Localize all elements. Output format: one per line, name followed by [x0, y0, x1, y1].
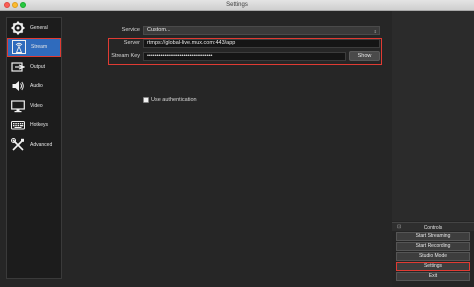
sidebar-item-stream[interactable]: Stream: [7, 37, 61, 57]
gear-icon: [11, 21, 25, 34]
exit-button[interactable]: Exit: [396, 272, 470, 281]
start-streaming-button[interactable]: Start Streaming: [396, 232, 470, 241]
sidebar-item-label: Advanced: [30, 142, 53, 149]
use-authentication-checkbox[interactable]: [143, 97, 149, 103]
speaker-icon: [12, 81, 24, 92]
controls-title: Controls: [423, 225, 443, 231]
sidebar-item-label: Output: [30, 63, 46, 70]
stream-key-value: ••••••••••••••••••••••••••••••••••: [147, 53, 213, 59]
studio-mode-button[interactable]: Studio Mode: [396, 252, 470, 261]
stream-key-input[interactable]: ••••••••••••••••••••••••••••••••••: [143, 52, 346, 61]
preview-area: [392, 11, 474, 221]
sidebar-item-label: Audio: [30, 83, 43, 90]
settings-button[interactable]: Settings: [396, 262, 470, 271]
service-value: Custom...: [147, 27, 171, 33]
sidebar-item-label: Video: [30, 102, 43, 109]
server-value: rtmps://global-live.mux.com:443/app: [147, 40, 236, 46]
window-title: Settings: [226, 2, 248, 8]
output-icon: [11, 62, 25, 72]
settings-sidebar: General Stream Output Audio Video Hotkey…: [6, 17, 62, 279]
service-select[interactable]: Custom... ⇕: [143, 26, 380, 35]
start-recording-button[interactable]: Start Recording: [396, 242, 470, 251]
sidebar-item-audio[interactable]: Audio: [7, 77, 61, 96]
keyboard-icon: [11, 121, 25, 130]
obs-main-right: ⊡ Controls Start Streaming Start Recordi…: [392, 11, 474, 287]
stream-key-row: Stream Key: [70, 52, 140, 61]
chevron-updown-icon: ⇕: [373, 29, 377, 34]
controls-dock-header: ⊡ Controls: [392, 222, 474, 231]
service-row: Service: [70, 26, 140, 35]
service-label: Service: [121, 27, 140, 33]
use-authentication-label: Use authentication: [151, 97, 197, 103]
sidebar-item-general[interactable]: General: [7, 18, 61, 37]
server-label: Server: [123, 40, 140, 46]
settings-panel: General Stream Output Audio Video Hotkey…: [0, 11, 392, 287]
sidebar-item-label: Stream: [31, 44, 48, 51]
sidebar-item-advanced[interactable]: Advanced: [7, 136, 61, 155]
server-input[interactable]: rtmps://global-live.mux.com:443/app: [143, 39, 380, 48]
sidebar-item-video[interactable]: Video: [7, 96, 61, 115]
server-row: Server: [70, 39, 140, 48]
stream-key-label: Stream Key: [111, 53, 140, 59]
sidebar-item-hotkeys[interactable]: Hotkeys: [7, 116, 61, 135]
sidebar-item-output[interactable]: Output: [7, 57, 61, 76]
broadcast-icon: [12, 40, 26, 55]
sidebar-item-label: General: [30, 24, 48, 31]
show-key-button[interactable]: Show: [349, 51, 380, 61]
sidebar-item-label: Hotkeys: [30, 122, 49, 129]
title-bar: Settings: [0, 0, 474, 11]
tools-icon: [11, 138, 24, 151]
monitor-icon: [11, 100, 25, 113]
